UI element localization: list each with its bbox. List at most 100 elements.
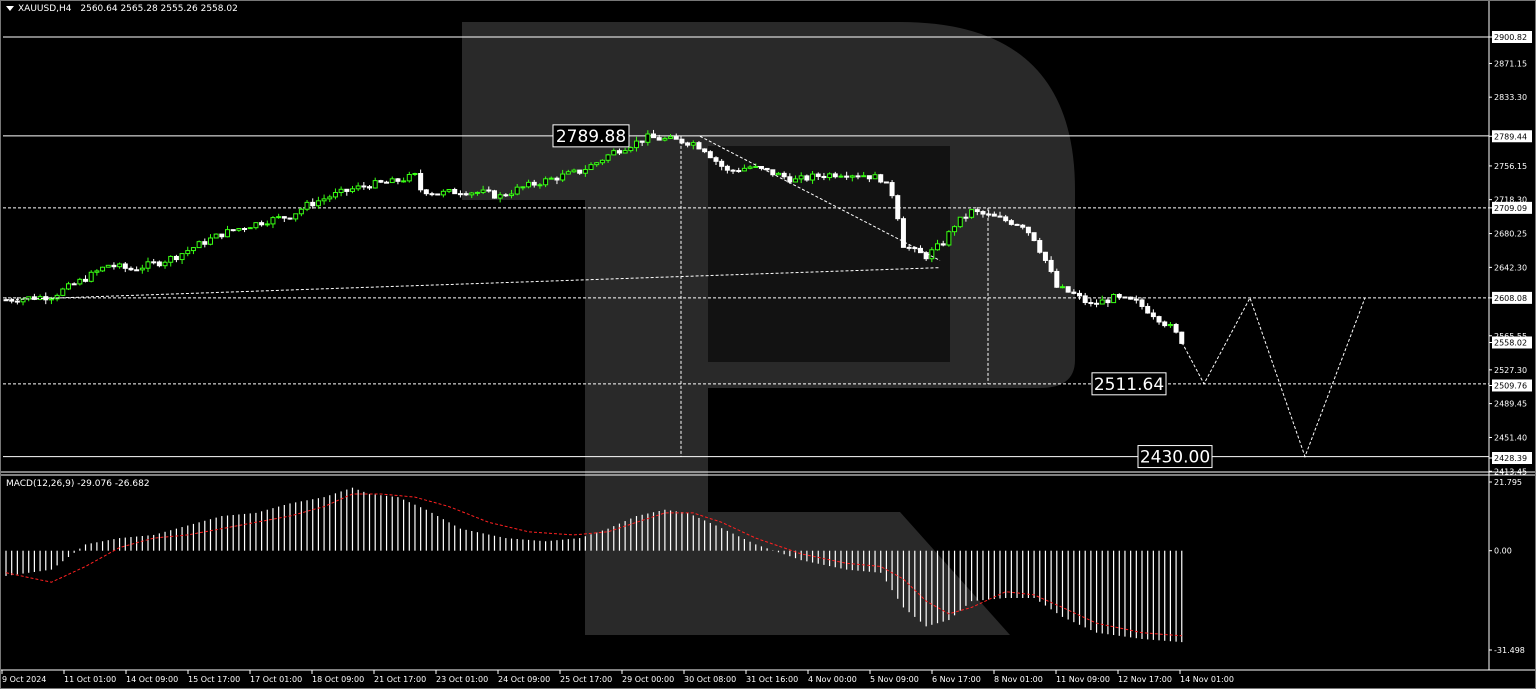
candle[interactable] (753, 166, 759, 169)
candle[interactable] (196, 241, 202, 249)
candle[interactable] (1099, 299, 1105, 305)
candle[interactable] (372, 180, 378, 189)
candle[interactable] (281, 216, 287, 219)
candle[interactable] (77, 278, 83, 285)
candle[interactable] (247, 227, 253, 230)
candle[interactable] (747, 166, 753, 169)
candle[interactable] (474, 191, 480, 194)
candle[interactable] (179, 253, 185, 261)
candle[interactable] (554, 177, 560, 181)
candle[interactable] (1133, 298, 1139, 301)
candle[interactable] (406, 174, 412, 182)
candle[interactable] (815, 173, 821, 177)
candle[interactable] (730, 169, 736, 172)
candle[interactable] (88, 271, 94, 282)
candle[interactable] (259, 222, 265, 226)
candle[interactable] (276, 216, 282, 219)
candle[interactable] (1105, 299, 1111, 304)
candle[interactable] (1065, 286, 1071, 293)
candle[interactable] (588, 164, 594, 171)
candle[interactable] (270, 217, 276, 225)
candle[interactable] (480, 189, 486, 193)
candle[interactable] (83, 278, 89, 282)
candle[interactable] (775, 172, 781, 176)
candle[interactable] (639, 140, 645, 143)
candle[interactable] (185, 250, 191, 255)
candle[interactable] (844, 175, 850, 178)
candle[interactable] (900, 218, 906, 248)
candle[interactable] (582, 169, 588, 174)
candle[interactable] (917, 247, 923, 254)
candle[interactable] (1139, 299, 1145, 307)
candle[interactable] (633, 140, 639, 149)
candle[interactable] (202, 241, 208, 245)
candle[interactable] (1082, 295, 1088, 304)
candle[interactable] (1116, 293, 1122, 298)
candle[interactable] (509, 193, 515, 197)
candle[interactable] (781, 172, 787, 178)
candle[interactable] (940, 243, 946, 246)
candle[interactable] (423, 189, 429, 195)
candle[interactable] (616, 150, 622, 154)
candle[interactable] (395, 178, 401, 182)
candle[interactable] (1122, 296, 1128, 299)
candle[interactable] (668, 136, 674, 139)
candle[interactable] (707, 151, 713, 159)
candle[interactable] (883, 181, 889, 184)
candle[interactable] (1162, 321, 1168, 327)
candle[interactable] (702, 148, 708, 153)
candle[interactable] (389, 178, 395, 184)
candle[interactable] (832, 173, 838, 178)
candle[interactable] (105, 264, 111, 268)
candle[interactable] (122, 263, 128, 269)
candle[interactable] (952, 226, 958, 233)
candle[interactable] (577, 169, 583, 174)
candle[interactable] (804, 175, 810, 181)
candle[interactable] (628, 147, 634, 152)
candle[interactable] (838, 175, 844, 178)
candle[interactable] (537, 184, 543, 187)
candle[interactable] (827, 173, 833, 179)
candle[interactable] (520, 186, 526, 189)
candle[interactable] (713, 157, 719, 162)
candle[interactable] (242, 228, 248, 231)
candle[interactable] (65, 283, 71, 290)
candle[interactable] (872, 174, 878, 180)
candle[interactable] (367, 186, 373, 189)
candle[interactable] (656, 137, 662, 141)
candle[interactable] (611, 150, 617, 156)
trading-chart[interactable]: 2789.88 2511.64 2430.00 2900.82 2871.15 2833… (0, 0, 1536, 689)
candle[interactable] (361, 185, 367, 188)
candle[interactable] (287, 217, 293, 220)
candle[interactable] (662, 137, 668, 141)
candle[interactable] (219, 233, 225, 238)
candle[interactable] (446, 188, 452, 192)
candle[interactable] (1014, 223, 1020, 226)
candle[interactable] (793, 178, 799, 183)
candle[interactable] (685, 142, 691, 146)
candle[interactable] (651, 133, 657, 139)
candle[interactable] (14, 300, 20, 303)
candle[interactable] (1008, 220, 1014, 225)
candle[interactable] (173, 255, 179, 261)
candle[interactable] (463, 193, 469, 196)
candle[interactable] (378, 180, 384, 183)
candle[interactable] (145, 261, 151, 269)
candle[interactable] (622, 150, 628, 154)
candle[interactable] (1054, 270, 1060, 288)
candle[interactable] (162, 261, 168, 267)
candle[interactable] (457, 193, 463, 196)
candle[interactable] (673, 136, 679, 140)
candle[interactable] (849, 175, 855, 178)
candle[interactable] (736, 170, 742, 173)
candle[interactable] (764, 167, 770, 171)
candle[interactable] (310, 201, 316, 207)
candle[interactable] (134, 269, 140, 272)
candle[interactable] (60, 288, 66, 296)
candle[interactable] (139, 267, 145, 271)
candle[interactable] (997, 215, 1003, 218)
candle[interactable] (338, 188, 344, 194)
candle[interactable] (1167, 323, 1173, 327)
candle[interactable] (264, 223, 270, 226)
candle[interactable] (94, 270, 100, 273)
